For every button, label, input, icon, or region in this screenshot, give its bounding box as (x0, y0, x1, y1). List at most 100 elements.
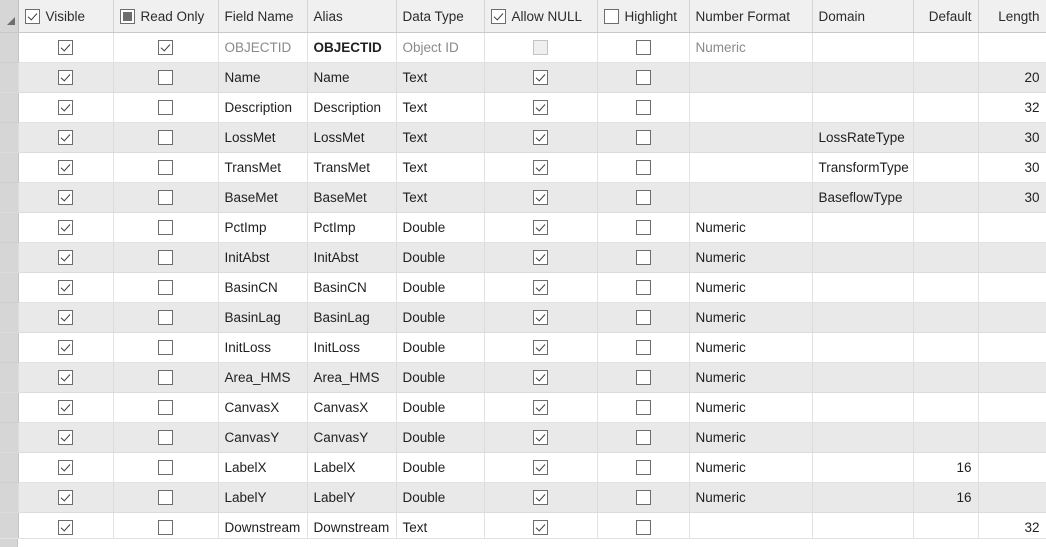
checkbox-read_only[interactable] (158, 100, 173, 116)
checkbox-visible[interactable] (58, 70, 73, 86)
checkbox-read_only[interactable] (158, 370, 173, 386)
cell-visible[interactable] (18, 242, 114, 273)
checkbox-highlight[interactable] (635, 130, 651, 146)
cell-length[interactable] (978, 452, 1046, 483)
cell-default[interactable] (913, 422, 979, 453)
checkbox-highlight[interactable] (635, 70, 651, 86)
cell-data_type[interactable]: Text (396, 182, 485, 213)
table-row[interactable]: InitLoss InitLoss Double Numeric (0, 332, 1046, 363)
cell-domain[interactable] (812, 212, 914, 243)
cell-default[interactable] (913, 242, 979, 273)
cell-visible[interactable] (18, 392, 114, 423)
checkbox-read_only[interactable] (158, 250, 173, 266)
cell-highlight[interactable] (597, 302, 690, 333)
cell-field_name[interactable]: CanvasY (218, 422, 308, 453)
checkbox-allow_null[interactable] (533, 130, 548, 146)
checkbox-allow_null[interactable] (533, 370, 548, 386)
column-header-domain[interactable]: Domain (812, 0, 914, 33)
cell-visible[interactable] (18, 422, 114, 453)
cell-visible[interactable] (18, 182, 114, 213)
cell-data_type[interactable]: Double (396, 272, 485, 303)
cell-allow_null[interactable] (484, 32, 598, 63)
cell-alias[interactable]: CanvasY (307, 422, 397, 453)
cell-read_only[interactable] (113, 122, 219, 153)
cell-read_only[interactable] (113, 452, 219, 483)
cell-allow_null[interactable] (484, 362, 598, 393)
cell-length[interactable] (978, 32, 1046, 63)
cell-alias[interactable]: InitLoss (307, 332, 397, 363)
cell-alias[interactable]: BasinLag (307, 302, 397, 333)
row-selector[interactable] (0, 242, 19, 273)
cell-default[interactable] (913, 392, 979, 423)
cell-highlight[interactable] (597, 392, 690, 423)
checkbox-read_only[interactable] (158, 520, 173, 536)
cell-alias[interactable]: LabelY (307, 482, 397, 513)
cell-field_name[interactable]: LabelY (218, 482, 308, 513)
cell-default[interactable] (913, 152, 979, 183)
cell-data_type[interactable]: Double (396, 362, 485, 393)
checkbox-highlight[interactable] (635, 340, 651, 356)
checkbox-allow_null[interactable] (533, 280, 548, 296)
cell-visible[interactable] (18, 92, 114, 123)
cell-alias[interactable]: Name (307, 62, 397, 93)
cell-length[interactable] (978, 482, 1046, 513)
checkbox-highlight[interactable] (635, 40, 651, 56)
cell-alias[interactable]: TransMet (307, 152, 397, 183)
cell-allow_null[interactable] (484, 422, 598, 453)
cell-default[interactable] (913, 92, 979, 123)
checkbox-read_only[interactable] (158, 400, 173, 416)
cell-length[interactable] (978, 332, 1046, 363)
row-selector[interactable] (0, 362, 19, 393)
cell-number_format[interactable] (689, 122, 813, 153)
checkbox-visible[interactable] (58, 370, 73, 386)
checkbox-allow_null[interactable] (533, 190, 548, 206)
cell-data_type[interactable]: Double (396, 212, 485, 243)
cell-length[interactable] (978, 392, 1046, 423)
checkbox-visible[interactable] (58, 40, 73, 56)
row-selector[interactable] (0, 212, 19, 243)
checkbox-allow_null[interactable] (533, 430, 548, 446)
checkbox-allow_null[interactable] (533, 40, 548, 56)
checkbox-highlight[interactable] (635, 400, 651, 416)
checkbox-visible[interactable] (58, 250, 73, 266)
cell-number_format[interactable] (689, 152, 813, 183)
cell-length[interactable]: 30 (978, 152, 1046, 183)
checkbox-read_only[interactable] (158, 460, 173, 476)
cell-read_only[interactable] (113, 422, 219, 453)
cell-read_only[interactable] (113, 332, 219, 363)
cell-allow_null[interactable] (484, 212, 598, 243)
row-selector[interactable] (0, 482, 19, 513)
checkbox-highlight[interactable] (635, 250, 651, 266)
column-header-default[interactable]: Default (913, 0, 979, 33)
cell-default[interactable]: 16 (913, 482, 979, 513)
checkbox-highlight[interactable] (635, 190, 651, 206)
cell-visible[interactable] (18, 482, 114, 513)
column-header-field_name[interactable]: Field Name (218, 0, 308, 33)
checkbox-read_only[interactable] (158, 190, 173, 206)
cell-highlight[interactable] (597, 32, 690, 63)
cell-alias[interactable]: PctImp (307, 212, 397, 243)
cell-allow_null[interactable] (484, 272, 598, 303)
cell-field_name[interactable]: PctImp (218, 212, 308, 243)
cell-read_only[interactable] (113, 302, 219, 333)
cell-alias[interactable]: BaseMet (307, 182, 397, 213)
cell-field_name[interactable]: BasinLag (218, 302, 308, 333)
cell-field_name[interactable]: OBJECTID (218, 32, 308, 63)
checkbox-allow_null[interactable] (533, 70, 548, 86)
cell-read_only[interactable] (113, 62, 219, 93)
checkbox-highlight[interactable] (635, 100, 651, 116)
cell-default[interactable] (913, 332, 979, 363)
cell-length[interactable] (978, 362, 1046, 393)
cell-default[interactable] (913, 302, 979, 333)
cell-read_only[interactable] (113, 182, 219, 213)
cell-data_type[interactable]: Double (396, 302, 485, 333)
cell-number_format[interactable]: Numeric (689, 302, 813, 333)
row-selector[interactable] (0, 32, 19, 63)
checkbox-allow_null[interactable] (533, 220, 548, 236)
cell-data_type[interactable]: Double (396, 332, 485, 363)
cell-default[interactable] (913, 182, 979, 213)
cell-visible[interactable] (18, 302, 114, 333)
checkbox-allow_null[interactable] (533, 490, 548, 506)
cell-default[interactable] (913, 362, 979, 393)
cell-visible[interactable] (18, 152, 114, 183)
